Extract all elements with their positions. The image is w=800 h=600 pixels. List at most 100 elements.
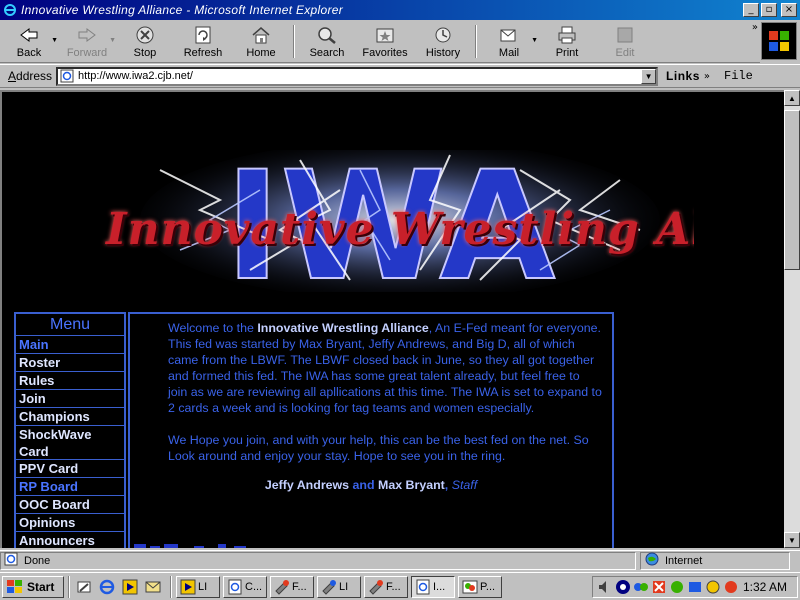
tool-icon xyxy=(368,579,384,595)
menu-heading: Menu xyxy=(16,314,124,336)
ie-quicklaunch-icon[interactable] xyxy=(97,577,117,597)
stop-icon xyxy=(134,25,156,45)
taskbar-item-active[interactable]: I... xyxy=(411,575,455,598)
media-player-icon[interactable] xyxy=(120,577,140,597)
edit-button[interactable]: Edit xyxy=(596,21,654,62)
tool-icon xyxy=(321,579,337,595)
scroll-down-button[interactable]: ▼ xyxy=(784,532,800,548)
address-dropdown-icon[interactable]: ▼ xyxy=(641,68,657,84)
menu-item-ooc-board[interactable]: OOC Board xyxy=(16,496,124,514)
menu-item-champions[interactable]: Champions xyxy=(16,408,124,426)
address-bar: Address http://www.iwa2.cjb.net/ ▼ Links… xyxy=(0,64,800,88)
volume-icon[interactable] xyxy=(597,579,613,595)
edit-label: Edit xyxy=(615,46,635,59)
links-button[interactable]: Links xyxy=(666,69,700,83)
edit-icon xyxy=(614,25,636,45)
minimize-button[interactable]: _ xyxy=(743,3,759,17)
file-button[interactable]: File xyxy=(724,69,753,83)
toolbar-more-chevron[interactable]: » xyxy=(752,22,758,33)
address-input[interactable]: http://www.iwa2.cjb.net/ ▼ xyxy=(56,66,659,86)
window-title: Innovative Wrestling Alliance - Microsof… xyxy=(21,3,344,17)
search-button[interactable]: Search xyxy=(298,21,356,62)
ie-logo-icon xyxy=(2,2,18,18)
favorites-button[interactable]: Favorites xyxy=(356,21,414,62)
home-button[interactable]: Home xyxy=(232,21,290,62)
mail-dropdown-icon[interactable]: ▼ xyxy=(531,37,538,44)
stop-label: Stop xyxy=(133,46,157,59)
partial-graphic xyxy=(134,544,246,548)
page-done-icon xyxy=(4,552,18,569)
quicklaunch-separator xyxy=(170,575,172,598)
paint-icon xyxy=(462,579,478,595)
windows-flag-icon xyxy=(7,579,22,593)
tray-app-icon[interactable] xyxy=(633,579,649,595)
close-button[interactable]: × xyxy=(781,3,797,17)
quicklaunch-separator xyxy=(68,575,70,598)
status-bar: Done Internet xyxy=(0,550,800,570)
show-desktop-icon[interactable] xyxy=(74,577,94,597)
iwa-banner: IWA Innovative Wrestling Alliance xyxy=(100,150,694,292)
taskbar-item[interactable]: LI xyxy=(317,575,361,598)
outlook-express-icon[interactable] xyxy=(143,577,163,597)
menu-item-opinions[interactable]: Opinions xyxy=(16,514,124,532)
back-label: Back xyxy=(16,46,42,59)
menu-item-ppv-card[interactable]: PPV Card xyxy=(16,460,124,478)
history-icon xyxy=(432,25,454,45)
back-dropdown-icon[interactable]: ▼ xyxy=(51,37,58,44)
tray-app-icon[interactable] xyxy=(705,579,721,595)
start-button[interactable]: Start xyxy=(2,575,64,598)
tray-app-icon[interactable] xyxy=(723,579,739,595)
taskbar-item[interactable]: P... xyxy=(458,575,502,598)
address-url[interactable]: http://www.iwa2.cjb.net/ xyxy=(78,70,641,82)
menu-item-announcers[interactable]: Announcers xyxy=(16,532,124,548)
refresh-button[interactable]: Refresh xyxy=(174,21,232,62)
menu-item-rules[interactable]: Rules xyxy=(16,372,124,390)
home-label: Home xyxy=(246,46,276,59)
favorites-label: Favorites xyxy=(362,46,408,59)
links-more-chevron[interactable]: » xyxy=(704,71,710,82)
status-message: Done xyxy=(0,551,636,570)
refresh-icon xyxy=(192,25,214,45)
scroll-thumb[interactable] xyxy=(784,110,800,270)
tray-app-icon[interactable] xyxy=(669,579,685,595)
forward-dropdown-icon[interactable]: ▼ xyxy=(109,37,116,44)
stop-button[interactable]: Stop xyxy=(116,21,174,62)
tray-app-icon[interactable] xyxy=(687,579,703,595)
taskbar-item[interactable]: F... xyxy=(270,575,314,598)
title-bar: Innovative Wrestling Alliance - Microsof… xyxy=(0,0,800,20)
taskbar-item[interactable]: C... xyxy=(223,575,267,598)
home-icon xyxy=(250,25,272,45)
tray-app-icon[interactable] xyxy=(651,579,667,595)
menu-item-rp-board[interactable]: RP Board xyxy=(16,478,124,496)
mail-button[interactable]: Mail ▼ xyxy=(480,21,538,62)
ie-page-icon xyxy=(227,579,243,595)
start-label: Start xyxy=(27,579,55,594)
search-label: Search xyxy=(309,46,345,59)
forward-button[interactable]: Forward ▼ xyxy=(58,21,116,62)
history-label: History xyxy=(425,46,461,59)
taskbar-item[interactable]: F... xyxy=(364,575,408,598)
page-icon xyxy=(60,69,74,83)
network-icon[interactable] xyxy=(615,579,631,595)
print-button[interactable]: Print xyxy=(538,21,596,62)
main-text-panel: Welcome to the Innovative Wrestling Alli… xyxy=(128,312,614,548)
fed-name: Innovative Wrestling Alliance xyxy=(257,321,429,335)
app-icon xyxy=(180,579,196,595)
tool-icon xyxy=(274,579,290,595)
welcome-paragraph: Welcome to the Innovative Wrestling Alli… xyxy=(168,321,602,415)
scroll-up-button[interactable]: ▲ xyxy=(784,90,800,106)
back-button[interactable]: Back ▼ xyxy=(0,21,58,62)
forward-label: Forward xyxy=(66,46,108,59)
page-content: IWA Innovative Wrestling Alliance Menu M… xyxy=(0,90,784,548)
favorites-icon xyxy=(374,25,396,45)
taskbar-item[interactable]: LI xyxy=(176,575,220,598)
vertical-scrollbar[interactable]: ▲ ▼ xyxy=(784,90,800,548)
menu-item-join[interactable]: Join xyxy=(16,390,124,408)
staff-signature: Jeffy Andrews and Max Bryant, Staff xyxy=(264,478,478,492)
clock[interactable]: 1:32 AM xyxy=(743,580,787,594)
menu-item-main[interactable]: Main xyxy=(16,336,124,354)
maximize-button[interactable]: ▫ xyxy=(761,3,777,17)
menu-item-roster[interactable]: Roster xyxy=(16,354,124,372)
history-button[interactable]: History xyxy=(414,21,472,62)
menu-item-shockwave-card[interactable]: ShockWave Card xyxy=(16,426,124,460)
